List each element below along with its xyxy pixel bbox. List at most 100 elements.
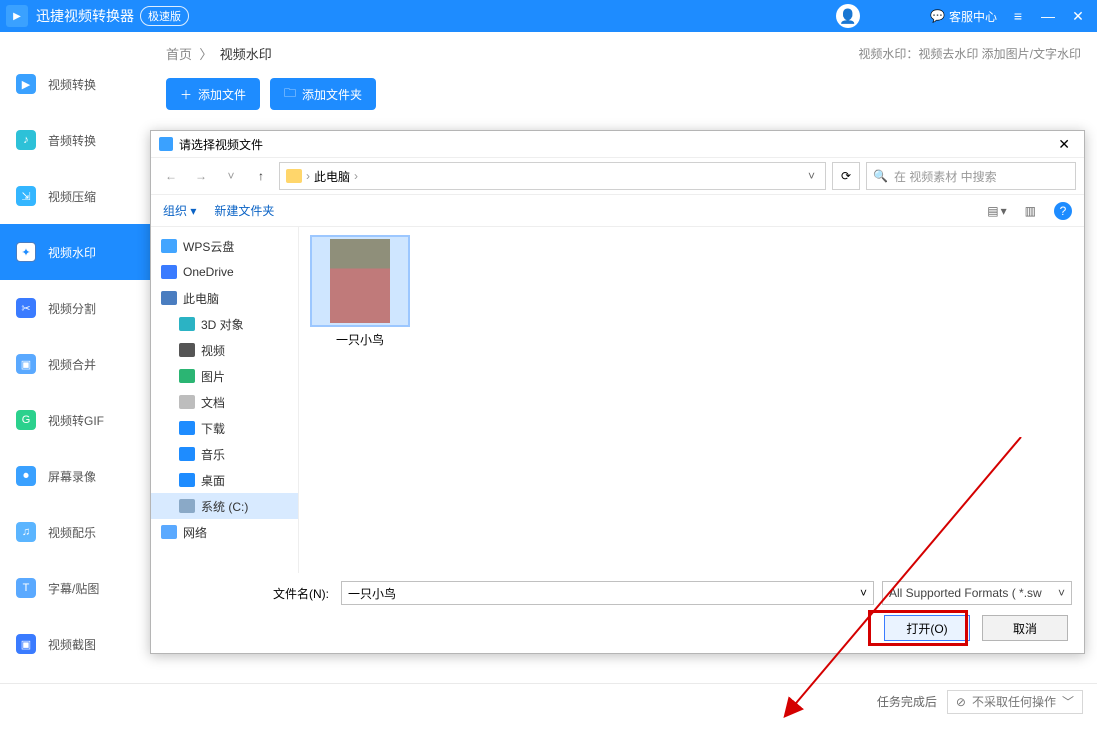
sidebar-item-video-bgm[interactable]: ♫视频配乐 (0, 504, 150, 560)
user-avatar-icon[interactable]: 👤 (836, 4, 860, 28)
tree-item-icon (161, 525, 177, 539)
sidebar-label: 视频压缩 (48, 188, 96, 205)
filetype-filter[interactable]: All Supported Formats ( *.sw ˅ (882, 581, 1072, 605)
video-gif-icon: G (16, 410, 36, 430)
search-placeholder: 在 视频素材 中搜索 (894, 168, 997, 185)
sidebar-label: 视频分割 (48, 300, 96, 317)
new-folder-button[interactable]: 新建文件夹 (214, 202, 274, 219)
filename-input[interactable]: 一只小鸟 ˅ (341, 581, 874, 605)
video-watermark-icon: ✦ (16, 242, 36, 262)
open-button[interactable]: 打开(O) (884, 615, 970, 641)
tree-item[interactable]: WPS云盘 (151, 233, 298, 259)
path-sep: › (354, 169, 358, 183)
sidebar-item-video-watermark[interactable]: ✦视频水印 (0, 224, 150, 280)
help-icon[interactable]: ? (1054, 202, 1072, 220)
tree-item[interactable]: 文档 (151, 389, 298, 415)
folder-tree: WPS云盘 OneDrive此电脑3D 对象视频图片文档下载音乐桌面系统 (C:)… (151, 227, 299, 573)
sidebar-item-video-snap[interactable]: ▣视频截图 (0, 616, 150, 672)
close-icon[interactable]: ✕ (1069, 8, 1087, 25)
tree-item[interactable]: 下载 (151, 415, 298, 441)
tree-item[interactable]: 此电脑 (151, 285, 298, 311)
minimize-icon[interactable]: — (1039, 8, 1057, 24)
sidebar-label: 视频转换 (48, 76, 96, 93)
tree-item[interactable]: OneDrive (151, 259, 298, 285)
nav-up-icon[interactable]: ↑ (249, 164, 273, 188)
app-version-badge: 极速版 (140, 6, 189, 26)
add-folder-label: 添加文件夹 (302, 86, 362, 103)
dialog-app-icon (159, 137, 173, 151)
recent-dropdown-icon[interactable]: ˅ (219, 164, 243, 188)
refresh-button[interactable]: ⟳ (832, 162, 860, 190)
file-item[interactable]: 一只小鸟 (309, 235, 411, 348)
chevron-down-icon[interactable]: ˅ (860, 586, 867, 600)
sidebar-item-audio-convert[interactable]: ♪音频转换 (0, 112, 150, 168)
add-folder-button[interactable]: 🗀 添加文件夹 (270, 78, 376, 110)
organize-button[interactable]: 组织 ▾ (163, 202, 196, 219)
menu-icon[interactable]: ≡ (1009, 8, 1027, 24)
path-segment[interactable]: 此电脑 (314, 168, 350, 185)
task-done-dropdown[interactable]: ⊘ 不采取任何操作 ﹀ (947, 690, 1083, 714)
chevron-down-icon: ˅ (1058, 586, 1065, 600)
tree-item[interactable]: 桌面 (151, 467, 298, 493)
dialog-toolbar: 组织 ▾ 新建文件夹 ▤ ▾ ▥ ? (151, 195, 1084, 227)
tree-item[interactable]: 网络 (151, 519, 298, 545)
tree-item-label: 桌面 (201, 472, 225, 489)
sidebar-item-video-merge[interactable]: ▣视频合并 (0, 336, 150, 392)
cancel-button[interactable]: 取消 (982, 615, 1068, 641)
tree-item-icon (161, 265, 177, 279)
tree-item[interactable]: 系统 (C:) (151, 493, 298, 519)
help-center-button[interactable]: 💬 客服中心 (930, 8, 997, 25)
folder-icon: 🗀 (284, 84, 296, 105)
view-mode-button[interactable]: ▤ ▾ (987, 204, 1006, 218)
tree-item[interactable]: 视频 (151, 337, 298, 363)
sidebar-label: 屏幕录像 (48, 468, 96, 485)
tree-item-icon (179, 447, 195, 461)
file-name-label: 一只小鸟 (336, 331, 384, 348)
breadcrumb: 首页 〉 视频水印 视频水印：视频去水印 添加图片/文字水印 (166, 32, 1081, 74)
search-input[interactable]: 🔍 在 视频素材 中搜索 (866, 162, 1076, 190)
tree-item-icon (179, 473, 195, 487)
tree-item-icon (179, 421, 195, 435)
sidebar-item-video-compress[interactable]: ⇲视频压缩 (0, 168, 150, 224)
file-area[interactable]: 一只小鸟 (299, 227, 1084, 573)
tree-item[interactable]: 3D 对象 (151, 311, 298, 337)
address-bar[interactable]: › 此电脑 › ˅ (279, 162, 826, 190)
cancel-button-label: 取消 (1013, 620, 1037, 637)
chevron-down-icon: ▾ (1001, 204, 1007, 218)
video-bgm-icon: ♫ (16, 522, 36, 542)
sidebar-item-video-gif[interactable]: G 视频转GIF (0, 392, 150, 448)
tree-item-label: 网络 (183, 524, 207, 541)
task-done-label: 任务完成后 (877, 693, 937, 710)
sidebar-item-subtitle[interactable]: T字幕/贴图 (0, 560, 150, 616)
sidebar-item-screen-record[interactable]: ⏺屏幕录像 (0, 448, 150, 504)
tree-item-icon (179, 369, 195, 383)
tree-item-label: WPS云盘 (183, 238, 234, 255)
chat-icon: 💬 (930, 9, 945, 23)
nav-back-icon[interactable]: ← (159, 164, 183, 188)
refresh-icon: ⟳ (841, 169, 851, 183)
breadcrumb-home[interactable]: 首页 (166, 47, 192, 62)
sidebar-label: 视频转GIF (48, 412, 104, 429)
tree-item-label: 音乐 (201, 446, 225, 463)
video-snap-icon: ▣ (16, 634, 36, 654)
tree-item[interactable]: 音乐 (151, 441, 298, 467)
tree-item-label: 图片 (201, 368, 225, 385)
tree-item-icon (179, 499, 195, 513)
tree-item[interactable]: 图片 (151, 363, 298, 389)
chevron-down-icon[interactable]: ˅ (804, 169, 819, 183)
sidebar-item-video-convert[interactable]: ▶视频转换 (0, 56, 150, 112)
preview-pane-button[interactable]: ▥ (1025, 204, 1036, 218)
sidebar-label: 视频合并 (48, 356, 96, 373)
app-title: 迅捷视频转换器 (36, 6, 134, 26)
plus-icon: ＋ (180, 86, 192, 103)
tree-item-icon (179, 395, 195, 409)
dialog-close-icon[interactable]: ✕ (1052, 136, 1076, 153)
help-center-label: 客服中心 (949, 8, 997, 25)
add-file-button[interactable]: ＋添加文件 (166, 78, 260, 110)
sidebar-item-video-split[interactable]: ✂视频分割 (0, 280, 150, 336)
filename-label: 文件名(N): (163, 585, 333, 602)
app-logo-icon (6, 5, 28, 27)
breadcrumb-sep: 〉 (199, 47, 212, 62)
nav-forward-icon: → (189, 164, 213, 188)
search-icon: 🔍 (873, 169, 888, 183)
